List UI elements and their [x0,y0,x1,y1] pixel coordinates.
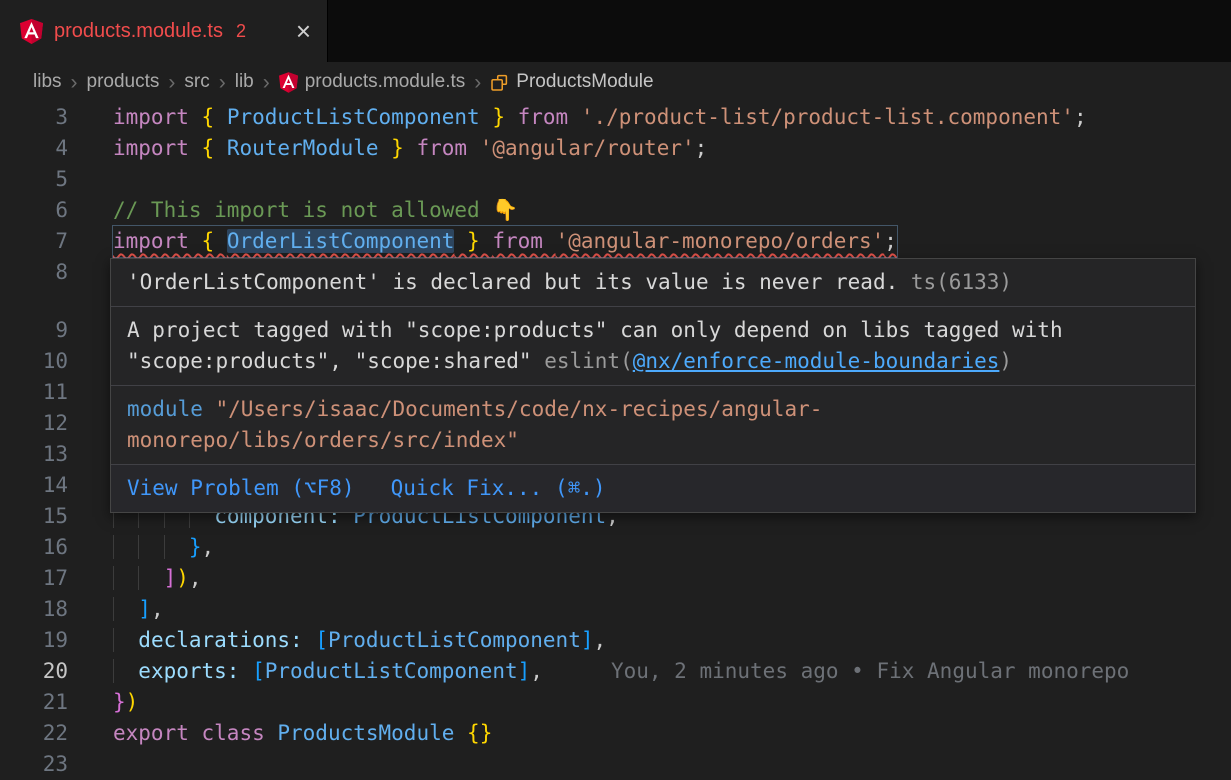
code-line-17[interactable]: 17 ]), [0,563,1231,594]
breadcrumb-item-symbol[interactable]: ProductsModule [490,71,653,93]
code-text[interactable]: import { RouterModule } from '@angular/r… [113,133,707,164]
code-line-3[interactable]: 3 import { ProductListComponent } from '.… [0,102,1231,133]
tab-products-module[interactable]: products.module.ts 2 × [0,0,328,62]
tab-bar: products.module.ts 2 × [0,0,1231,62]
chevron-right-icon: › [71,72,78,93]
line-number[interactable]: 5 [0,164,68,195]
line-number[interactable]: 14 [0,470,68,501]
breadcrumb-item-lib[interactable]: lib [235,71,254,93]
code-text[interactable]: // This import is not allowed 👇 [113,195,518,226]
code-text[interactable]: export class ProductsModule {} [113,718,492,749]
hover-diagnostic-eslint: A project tagged with "scope:products" c… [111,307,1195,386]
line-number[interactable]: 7 [0,226,68,257]
hover-diagnostic-ts: 'OrderListComponent' is declared but its… [111,259,1195,307]
code-line-7[interactable]: 7 import { OrderListComponent } from '@an… [0,226,1231,257]
code-line-23[interactable]: 23 [0,749,1231,780]
view-problem-action[interactable]: View Problem (⌥F8) [127,473,355,504]
module-path: "/Users/isaac/Documents/code/nx-recipes/… [127,397,822,452]
code-text[interactable]: ], [113,594,164,625]
breadcrumb-item-file[interactable]: products.module.ts [279,71,466,93]
line-number[interactable]: 23 [0,749,68,780]
hover-module-info: module "/Users/isaac/Documents/code/nx-r… [111,386,1195,465]
breadcrumb-file-label: products.module.ts [305,71,466,93]
code-editor[interactable]: 3 import { ProductListComponent } from '.… [0,102,1231,780]
line-number[interactable]: 21 [0,687,68,718]
code-line-4[interactable]: 4 import { RouterModule } from '@angular/… [0,133,1231,164]
line-number[interactable]: 22 [0,718,68,749]
module-keyword: module [127,397,203,421]
line-number[interactable]: 16 [0,532,68,563]
hover-widget: 'OrderListComponent' is declared but its… [110,258,1196,513]
problems-count-badge: 2 [236,21,246,42]
hover-status-bar: View Problem (⌥F8) Quick Fix... (⌘.) [111,465,1195,512]
code-line-18[interactable]: 18 ], [0,594,1231,625]
code-text[interactable]: import { OrderListComponent } from '@ang… [113,226,897,257]
chevron-right-icon: › [168,72,175,93]
eslint-source-prefix: eslint( [532,349,633,373]
breadcrumb-symbol-label: ProductsModule [516,71,653,93]
line-number[interactable]: 6 [0,195,68,226]
code-line-21[interactable]: 21}) [0,687,1231,718]
tab-title: products.module.ts [54,20,223,43]
line-number[interactable]: 15 [0,501,68,532]
quick-fix-action[interactable]: Quick Fix... (⌘.) [391,473,606,504]
code-line-22[interactable]: 22 export class ProductsModule {} [0,718,1231,749]
code-line-19[interactable]: 19 declarations: [ProductListComponent], [0,625,1231,656]
breadcrumb-item-products[interactable]: products [87,71,160,93]
ts-diagnostic-source: ts(6133) [898,270,1012,294]
eslint-source-suffix: ) [999,349,1012,373]
code-line-20[interactable]: 20 exports: [ProductListComponent],You, … [0,656,1231,687]
code-line-5[interactable]: 5 [0,164,1231,195]
line-number[interactable]: 3 [0,102,68,133]
line-number[interactable]: 9 [0,315,68,346]
line-number[interactable]: 19 [0,625,68,656]
breadcrumb-item-libs[interactable]: libs [33,71,62,93]
close-icon[interactable]: × [296,18,311,44]
git-blame-annotation: You, 2 minutes ago • Fix Angular monorep… [611,659,1129,683]
line-number[interactable]: 12 [0,408,68,439]
class-icon [490,73,509,92]
breadcrumb: libs › products › src › lib › products.m… [0,62,1231,102]
line-number[interactable]: 17 [0,563,68,594]
line-number[interactable]: 13 [0,439,68,470]
code-text[interactable]: import { ProductListComponent } from './… [113,102,1087,133]
code-line-6[interactable]: 6 // This import is not allowed 👇 [0,195,1231,226]
code-text[interactable]: exports: [ProductListComponent],You, 2 m… [113,656,1129,687]
angular-icon [20,19,43,44]
line-number[interactable]: 8 [0,257,68,315]
code-text[interactable]: }) [113,687,138,718]
chevron-right-icon: › [263,72,270,93]
chevron-right-icon: › [219,72,226,93]
code-text[interactable]: declarations: [ProductListComponent], [113,625,606,656]
code-text[interactable]: }, [113,532,214,563]
line-number[interactable]: 10 [0,346,68,377]
code-text[interactable]: ]), [113,563,202,594]
eslint-rule-link[interactable]: @nx/enforce-module-boundaries [633,349,1000,373]
code-line-16[interactable]: 16 }, [0,532,1231,563]
line-number[interactable]: 20 [0,656,68,687]
angular-icon [279,72,298,93]
line-number[interactable]: 18 [0,594,68,625]
line-number[interactable]: 4 [0,133,68,164]
breadcrumb-item-src[interactable]: src [184,71,209,93]
line-number[interactable]: 11 [0,377,68,408]
ts-diagnostic-message: 'OrderListComponent' is declared but its… [127,270,898,294]
chevron-right-icon: › [474,72,481,93]
